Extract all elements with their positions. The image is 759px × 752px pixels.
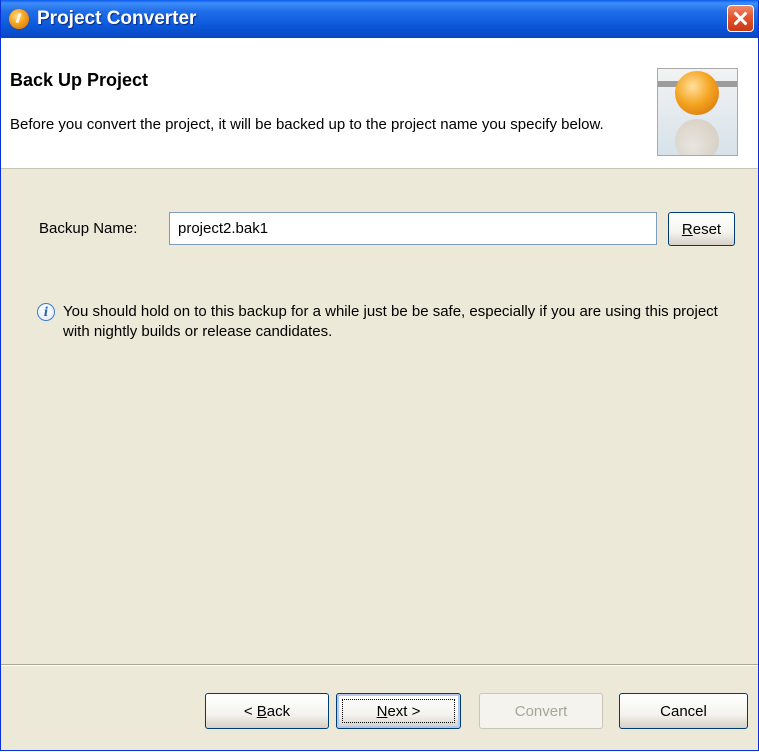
backup-name-label: Backup Name: (39, 220, 138, 237)
close-button[interactable] (727, 5, 754, 32)
banner-orb-reflection (675, 119, 719, 155)
app-icon (9, 9, 29, 29)
next-button[interactable]: Next > (336, 693, 461, 729)
page-title: Back Up Project (10, 70, 149, 90)
backup-name-input[interactable] (169, 212, 657, 245)
wizard-header: Back Up Project Before you convert the p… (1, 38, 758, 169)
info-message-text: You should hold on to this backup for a … (63, 303, 718, 340)
window-title: Project Converter (37, 8, 197, 29)
wizard-banner-icon (657, 68, 738, 156)
title-bar[interactable]: Project Converter (1, 0, 758, 38)
project-converter-dialog: Project Converter Back Up Project Before… (0, 0, 759, 751)
back-button[interactable]: < Back (205, 693, 329, 729)
cancel-button[interactable]: Cancel (619, 693, 748, 729)
focus-ring (342, 699, 455, 723)
info-icon: i (37, 303, 55, 321)
banner-orb (675, 71, 719, 115)
page-description: Before you convert the project, it will … (10, 116, 604, 133)
footer-divider (1, 664, 758, 666)
convert-button[interactable]: Convert (479, 693, 603, 729)
reset-button[interactable]: Reset (668, 212, 735, 246)
